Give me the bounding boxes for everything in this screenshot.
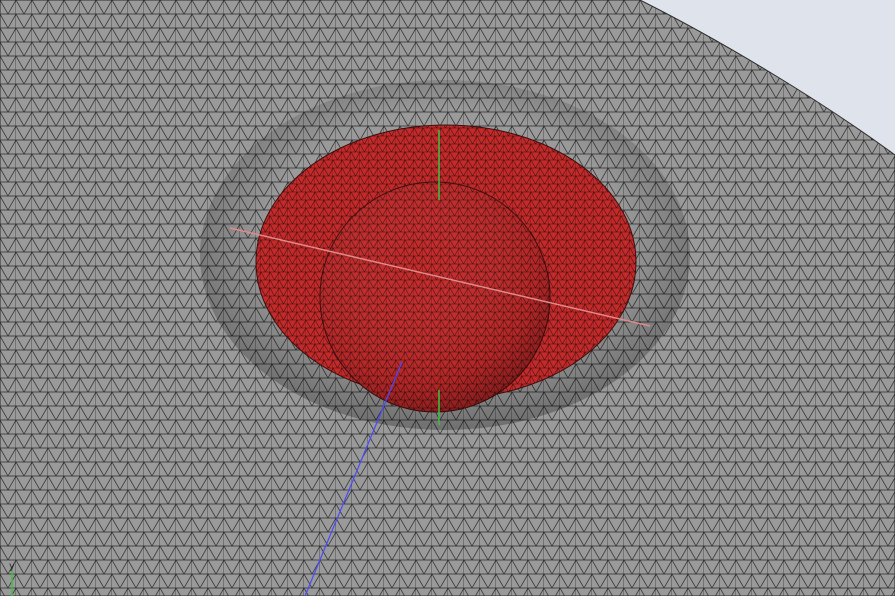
mesh-scene[interactable]: y (0, 0, 895, 596)
sphere-shading (320, 182, 550, 412)
graphics-viewport[interactable]: y (0, 0, 895, 596)
triad-y-label: y (9, 561, 15, 572)
